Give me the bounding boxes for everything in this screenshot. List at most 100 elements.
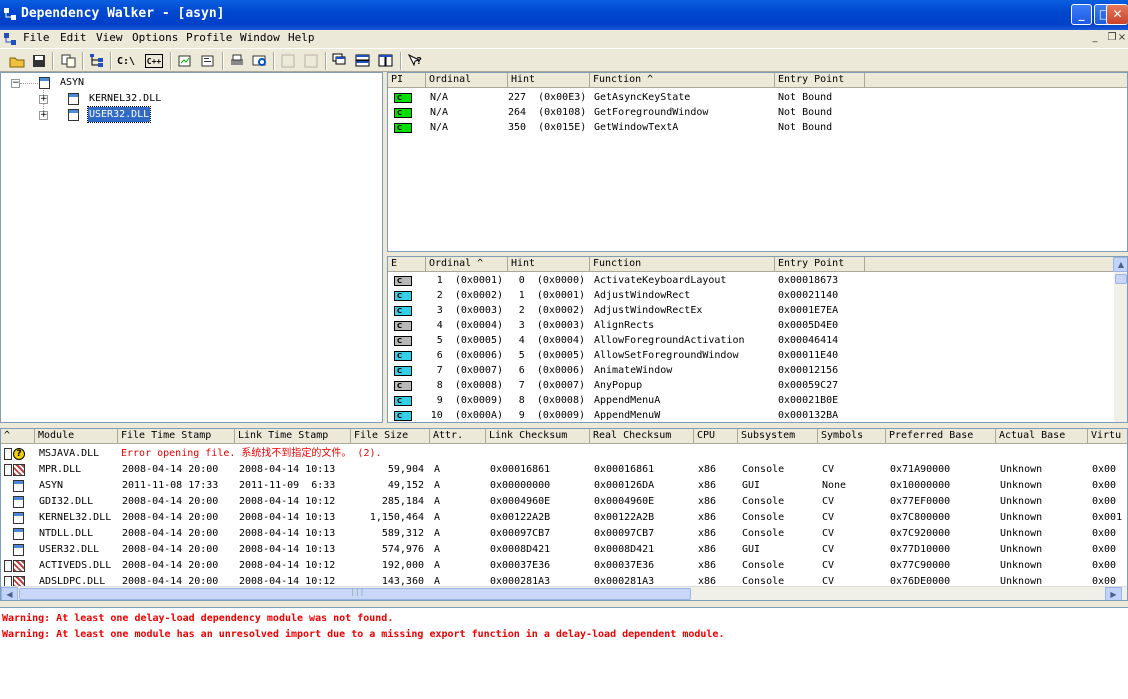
module-module[interactable]: USER32.DLL — [39, 542, 99, 557]
export-ordinal[interactable]: 10 (0x000A) — [426, 408, 503, 422]
find-icon[interactable] — [251, 52, 269, 70]
module-sym[interactable]: CV — [822, 542, 834, 557]
module-module[interactable]: ASYN — [39, 478, 63, 493]
module-lck[interactable]: 0x00000000 — [490, 478, 550, 493]
module-lts[interactable]: 2011-11-09 6:33 — [239, 478, 335, 493]
import-entry-point[interactable]: Not Bound — [778, 105, 832, 120]
col-file-size[interactable]: File Size — [351, 429, 430, 444]
print-icon[interactable] — [228, 52, 246, 70]
col-symbols[interactable]: Symbols — [818, 429, 886, 444]
col-hint[interactable]: Hint — [508, 257, 590, 272]
export-function[interactable]: AllowForegroundActivation — [594, 333, 745, 348]
export-function[interactable]: ActivateKeyboardLayout — [594, 273, 726, 288]
menu-edit[interactable]: Edit — [60, 31, 87, 44]
scroll-up-icon[interactable]: ▲ — [1113, 257, 1127, 272]
module-lck[interactable]: 0x00122A2B — [490, 510, 550, 525]
export-hint[interactable]: 5 (0x0005) — [508, 348, 585, 363]
module-lck[interactable]: 0x00037E36 — [490, 558, 550, 573]
module-rck[interactable]: 0x00097CB7 — [594, 526, 654, 541]
module-fts[interactable]: 2008-04-14 20:00 — [122, 510, 218, 525]
tree-item-kernel32[interactable]: KERNEL32.DLL — [89, 91, 161, 106]
module-pb[interactable]: 0x7C920000 — [890, 526, 950, 541]
module-fts[interactable]: 2011-11-08 17:33 — [122, 478, 218, 493]
import-function[interactable]: GetForegroundWindow — [594, 105, 708, 120]
export-entry-point[interactable]: 0x00046414 — [778, 333, 838, 348]
export-entry-point[interactable]: 0x00021B0E — [778, 393, 838, 408]
export-hint[interactable]: 2 (0x0002) — [508, 303, 585, 318]
module-sub[interactable]: Console — [742, 526, 784, 541]
module-fts[interactable]: 2008-04-14 20:00 — [122, 526, 218, 541]
external-viewer-icon[interactable] — [176, 52, 194, 70]
module-ab[interactable]: Unknown — [1000, 510, 1042, 525]
module-sym[interactable]: CV — [822, 462, 834, 477]
import-function[interactable]: GetAsyncKeyState — [594, 90, 690, 105]
module-cpu[interactable]: x86 — [698, 494, 716, 509]
module-sym[interactable]: CV — [822, 526, 834, 541]
export-hint[interactable]: 6 (0x0006) — [508, 363, 585, 378]
tile-horizontal-icon[interactable] — [354, 52, 372, 70]
export-entry-point[interactable]: 0x0005D4E0 — [778, 318, 838, 333]
col-actual-base[interactable]: Actual Base — [996, 429, 1088, 444]
module-sym[interactable]: CV — [822, 558, 834, 573]
col-ordinal[interactable]: Ordinal — [426, 73, 508, 88]
col-function[interactable]: Function — [590, 257, 775, 272]
module-lck[interactable]: 0x0008D421 — [490, 542, 550, 557]
module-sym[interactable]: None — [822, 478, 846, 493]
full-paths-icon[interactable]: C:\ — [117, 52, 135, 70]
module-sub[interactable]: Console — [742, 462, 784, 477]
module-pb[interactable]: 0x10000000 — [890, 478, 950, 493]
module-ab[interactable]: Unknown — [1000, 478, 1042, 493]
export-function[interactable]: AllowSetForegroundWindow — [594, 348, 739, 363]
module-size[interactable]: 59,904 — [351, 462, 424, 477]
module-v[interactable]: 0x00 — [1092, 526, 1116, 541]
module-cpu[interactable]: x86 — [698, 510, 716, 525]
module-attr[interactable]: A — [434, 494, 440, 509]
module-v[interactable]: 0x00 — [1092, 462, 1116, 477]
export-entry-point[interactable]: 0x0001E7EA — [778, 303, 838, 318]
module-lts[interactable]: 2008-04-14 10:13 — [239, 542, 335, 557]
tree-expand-icon[interactable]: + — [39, 95, 48, 104]
module-sub[interactable]: Console — [742, 510, 784, 525]
module-v[interactable]: 0x00 — [1092, 542, 1116, 557]
col-entry-point[interactable]: Entry Point — [775, 257, 865, 272]
export-ordinal[interactable]: 9 (0x0009) — [426, 393, 503, 408]
module-ab[interactable]: Unknown — [1000, 542, 1042, 557]
module-sub[interactable]: GUI — [742, 478, 760, 493]
export-ordinal[interactable]: 3 (0x0003) — [426, 303, 503, 318]
export-entry-point[interactable]: 0x00012156 — [778, 363, 838, 378]
col-file-time-stamp[interactable]: File Time Stamp — [118, 429, 235, 444]
module-lck[interactable]: 0x0004960E — [490, 494, 550, 509]
properties-icon[interactable] — [199, 52, 217, 70]
module-size[interactable]: 49,152 — [351, 478, 424, 493]
module-pb[interactable]: 0x77C90000 — [890, 558, 950, 573]
export-function[interactable]: AppendMenuA — [594, 393, 660, 408]
menu-options[interactable]: Options — [132, 31, 178, 44]
module-cpu[interactable]: x86 — [698, 558, 716, 573]
help-icon[interactable]: ? — [406, 52, 424, 70]
export-hint[interactable]: 1 (0x0001) — [508, 288, 585, 303]
col-function[interactable]: Function ^ — [590, 73, 775, 88]
export-ordinal[interactable]: 6 (0x0006) — [426, 348, 503, 363]
module-attr[interactable]: A — [434, 510, 440, 525]
export-function[interactable]: AnyPopup — [594, 378, 642, 393]
export-function[interactable]: AppendMenuW — [594, 408, 660, 422]
module-size[interactable]: 285,184 — [351, 494, 424, 509]
module-lts[interactable]: 2008-04-14 10:13 — [239, 510, 335, 525]
module-lck[interactable]: 0x00016861 — [490, 462, 550, 477]
scroll-right-icon[interactable]: ▶ — [1105, 587, 1122, 600]
col-module[interactable]: Module — [35, 429, 118, 444]
menu-profile[interactable]: Profile — [186, 31, 232, 44]
open-icon[interactable] — [8, 52, 26, 70]
module-sym[interactable]: CV — [822, 510, 834, 525]
module-attr[interactable]: A — [434, 478, 440, 493]
export-ordinal[interactable]: 4 (0x0004) — [426, 318, 503, 333]
tree-item-user32[interactable]: USER32.DLL — [86, 106, 152, 123]
module-module[interactable]: GDI32.DLL — [39, 494, 93, 509]
save-icon[interactable] — [30, 52, 48, 70]
module-pb[interactable]: 0x77D10000 — [890, 542, 950, 557]
import-ordinal[interactable]: N/A — [430, 105, 448, 120]
module-cpu[interactable]: x86 — [698, 478, 716, 493]
export-hint[interactable]: 4 (0x0004) — [508, 333, 585, 348]
module-pb[interactable]: 0x71A90000 — [890, 462, 950, 477]
module-rck[interactable]: 0x00122A2B — [594, 510, 654, 525]
